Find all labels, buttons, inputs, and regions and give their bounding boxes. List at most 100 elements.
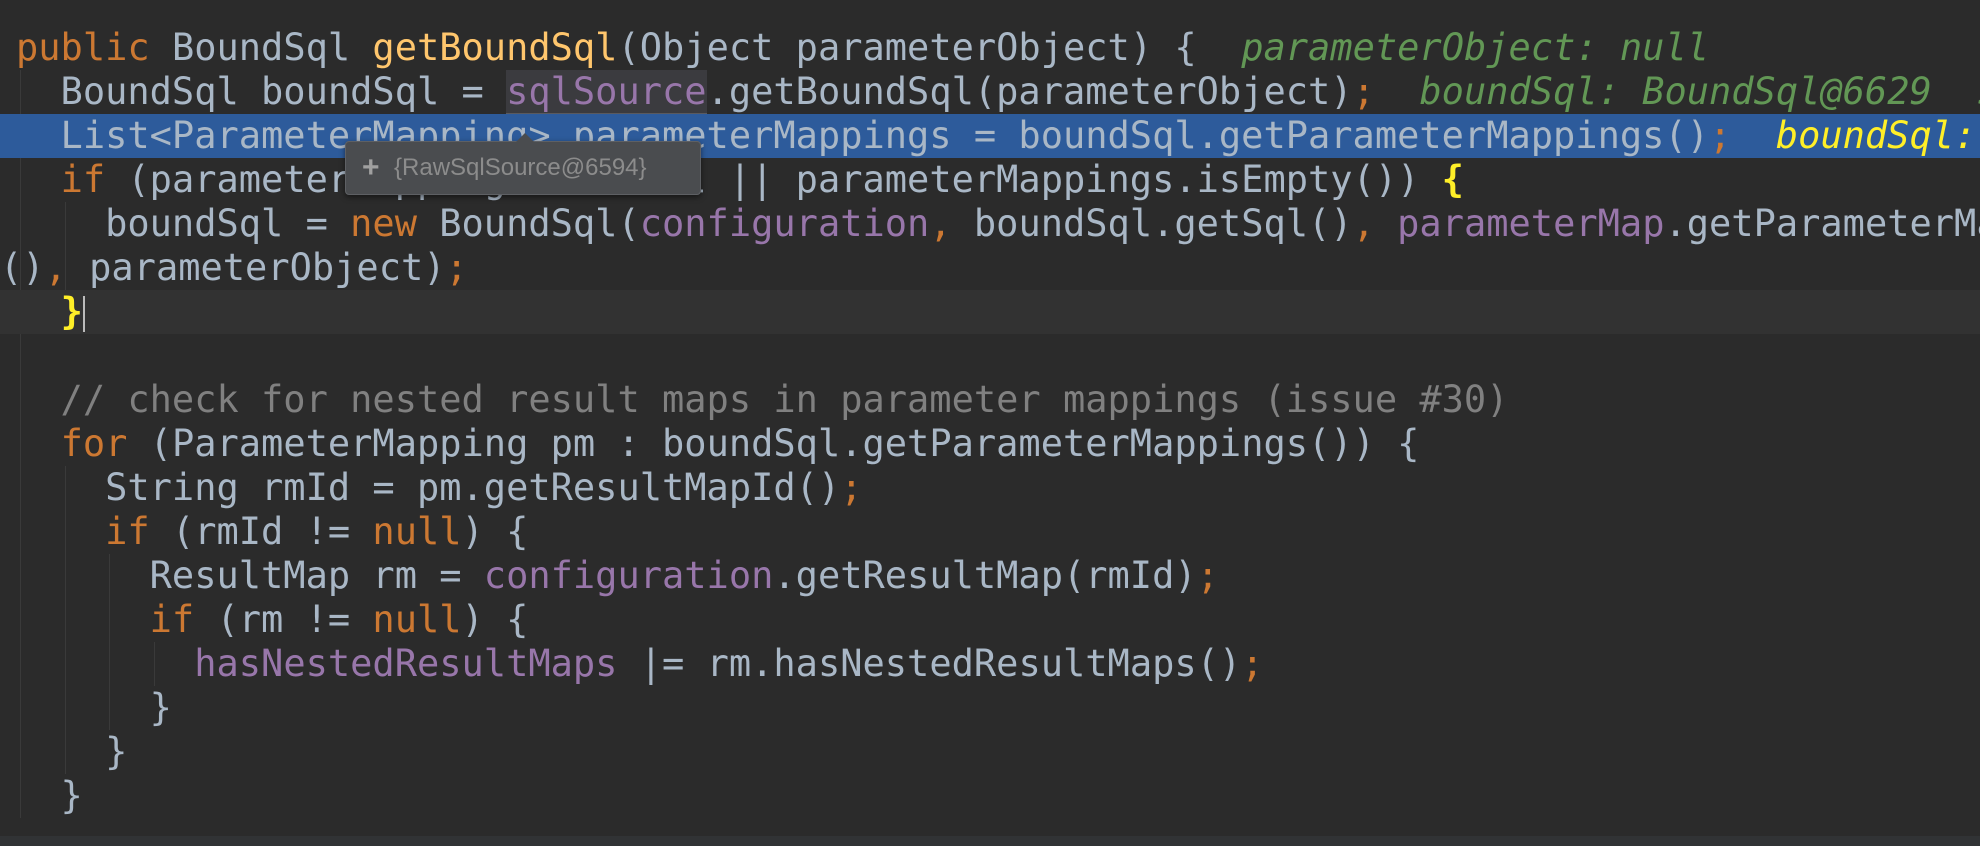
code-token: if xyxy=(105,510,172,553)
code-editor[interactable]: public BoundSql getBoundSql(Object param… xyxy=(0,0,1980,846)
code-text: (), parameterObject); xyxy=(0,246,468,290)
code-token: (parameterMappings == null || parameterM… xyxy=(127,158,1442,201)
code-text: // check for nested result maps in param… xyxy=(16,378,1509,422)
code-token: ; xyxy=(840,466,863,509)
code-text: List<ParameterMapping> parameterMappings… xyxy=(16,114,1980,158)
code-token: List<ParameterMapping> parameterMappings… xyxy=(16,114,1709,157)
execution-point-line[interactable]: List<ParameterMapping> parameterMappings… xyxy=(0,114,1980,158)
code-token: |= rm.hasNestedResultMaps() xyxy=(639,642,1242,685)
code-token: parameterObject) xyxy=(89,246,446,289)
code-line[interactable]: } xyxy=(0,774,1980,818)
code-token: } xyxy=(16,686,172,729)
code-token: if xyxy=(60,158,128,201)
code-token: String rmId = pm.getResultMapId() xyxy=(16,466,841,509)
code-line[interactable]: public BoundSql getBoundSql(Object param… xyxy=(0,26,1980,70)
code-token: , xyxy=(44,246,90,289)
code-token: ; xyxy=(1241,642,1264,685)
inline-debug-value: boundSql: BoundSql@6629 sql xyxy=(1374,70,1980,113)
inline-debug-value: boundSql: B xyxy=(1775,114,1977,157)
caret-line[interactable]: } xyxy=(0,290,1980,334)
code-text: BoundSql boundSql = sqlSource.getBoundSq… xyxy=(16,70,1980,115)
tooltip-arrow xyxy=(516,133,534,142)
code-token: } xyxy=(16,774,83,817)
code-text: hasNestedResultMaps |= rm.hasNestedResul… xyxy=(16,642,1263,686)
code-token: , xyxy=(929,202,974,245)
code-token: } xyxy=(60,290,83,333)
code-token: configuration xyxy=(483,554,774,597)
code-line[interactable]: } xyxy=(0,686,1980,730)
code-token: } xyxy=(16,730,128,773)
code-line[interactable]: BoundSql boundSql = sqlSource.getBoundSq… xyxy=(0,70,1980,115)
code-text: String rmId = pm.getResultMapId(); xyxy=(16,466,863,510)
code-text: } xyxy=(16,730,127,774)
code-token: BoundSql xyxy=(171,26,373,69)
code-text: if (rm != null) { xyxy=(16,598,529,642)
code-token: ; xyxy=(1708,114,1732,157)
code-line[interactable]: } xyxy=(0,730,1980,774)
code-token: boundSql = xyxy=(16,202,351,245)
code-line[interactable] xyxy=(0,334,1980,378)
code-token: .getParameterMap xyxy=(1664,202,1980,245)
code-text: public BoundSql getBoundSql(Object param… xyxy=(16,26,1709,70)
plus-icon[interactable]: + xyxy=(362,142,380,194)
editor-bottom-edge xyxy=(0,836,1980,846)
code-text: } xyxy=(16,774,83,818)
code-token: .getBoundSql(parameterObject) xyxy=(706,70,1353,113)
code-line[interactable]: if (parameterMappings == null || paramet… xyxy=(0,158,1980,202)
code-token: parameterMap xyxy=(1397,202,1665,245)
code-token: for xyxy=(60,422,150,465)
code-line[interactable]: if (rm != null) { xyxy=(0,598,1980,642)
variable-value-tooltip[interactable]: + {RawSqlSource@6594} xyxy=(345,133,701,195)
code-text: for (ParameterMapping pm : boundSql.getP… xyxy=(16,422,1420,466)
code-token: null xyxy=(372,510,462,553)
code-text: } xyxy=(16,290,85,334)
code-token: hasNestedResultMaps xyxy=(194,642,640,685)
code-token: (Object parameterObject) { xyxy=(617,26,1197,69)
code-line[interactable]: (), parameterObject); xyxy=(0,246,1980,290)
code-token: , xyxy=(1352,202,1398,245)
code-token: { xyxy=(1441,158,1464,201)
inline-debug-value: parameterObject: null xyxy=(1196,26,1710,69)
code-line[interactable]: if (rmId != null) { xyxy=(0,510,1980,554)
code-line[interactable]: ResultMap rm = configuration.getResultMa… xyxy=(0,554,1980,598)
code-token: ; xyxy=(1196,554,1219,597)
code-line[interactable]: for (ParameterMapping pm : boundSql.getP… xyxy=(0,422,1980,466)
code-token: null xyxy=(372,598,462,641)
code-token: ; xyxy=(1352,70,1375,113)
code-token: // check for nested result maps in param… xyxy=(16,378,1509,421)
code-token: getBoundSql xyxy=(372,26,618,69)
code-token: new xyxy=(350,202,440,245)
code-line[interactable]: // check for nested result maps in param… xyxy=(0,378,1980,422)
code-token: BoundSql boundSql = xyxy=(16,70,507,113)
text-caret xyxy=(82,295,85,332)
code-line[interactable]: hasNestedResultMaps |= rm.hasNestedResul… xyxy=(0,642,1980,686)
code-token: configuration xyxy=(639,202,930,245)
code-line[interactable]: String rmId = pm.getResultMapId(); xyxy=(0,466,1980,510)
code-token: .getResultMap(rmId) xyxy=(773,554,1197,597)
code-token: ) { xyxy=(461,510,529,553)
code-token: sqlSource xyxy=(506,70,707,115)
code-token: ResultMap rm = xyxy=(16,554,484,597)
code-text: ResultMap rm = configuration.getResultMa… xyxy=(16,554,1219,598)
code-text: if (rmId != null) { xyxy=(16,510,528,554)
code-token: (rmId != xyxy=(171,510,373,553)
code-token: public xyxy=(16,26,172,69)
code-text: boundSql = new BoundSql(configuration, b… xyxy=(16,202,1980,246)
code-token: ; xyxy=(445,246,468,289)
code-token: boundSql.getSql() xyxy=(973,202,1353,245)
code-token: (ParameterMapping pm : boundSql.getParam… xyxy=(149,422,1420,465)
code-token: if xyxy=(149,598,217,641)
code-token: ) { xyxy=(461,598,529,641)
code-text: if (parameterMappings == null || paramet… xyxy=(16,158,1464,202)
code-line[interactable]: boundSql = new BoundSql(configuration, b… xyxy=(0,202,1980,246)
code-text: } xyxy=(16,686,172,730)
code-token: BoundSql( xyxy=(439,202,640,245)
code-token: (rm != xyxy=(216,598,373,641)
code-token: () xyxy=(0,246,45,289)
